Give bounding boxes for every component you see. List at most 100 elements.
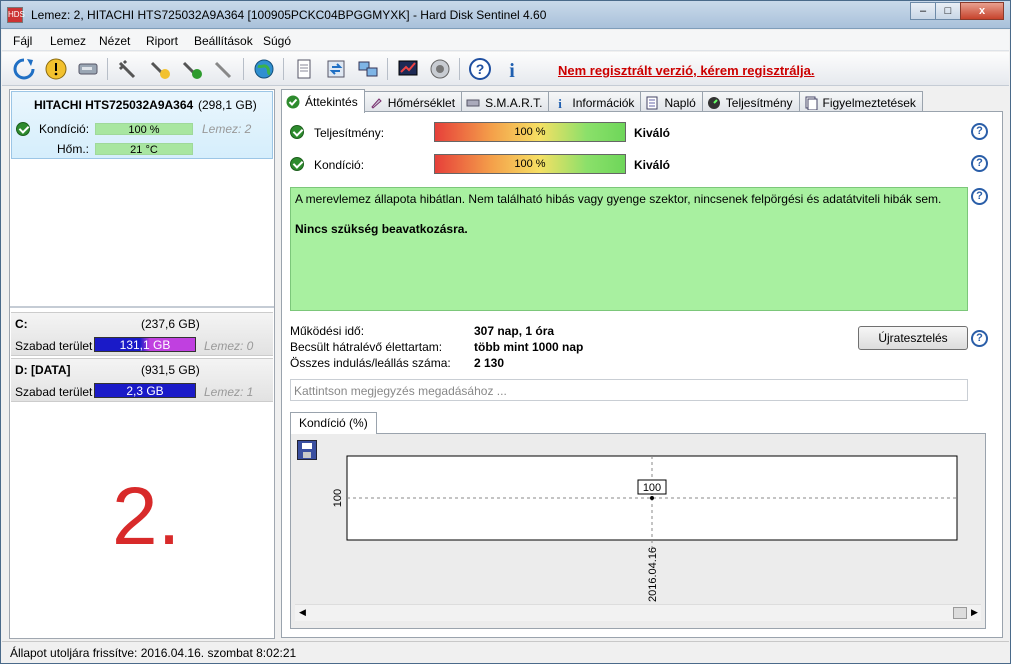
title-bar[interactable]: HDS Lemez: 2, HITACHI HTS725032A9A364 [1… bbox=[1, 1, 1010, 29]
registration-link[interactable]: Nem regisztrált verzió, kérem regisztrál… bbox=[558, 63, 815, 78]
globe-icon[interactable] bbox=[251, 56, 277, 82]
plug-warning-icon[interactable] bbox=[147, 56, 173, 82]
condition-ok-icon bbox=[16, 122, 30, 136]
close-button[interactable]: x bbox=[960, 2, 1004, 20]
warning-icon[interactable] bbox=[43, 56, 69, 82]
menu-view[interactable]: Nézet bbox=[99, 34, 130, 48]
condition-chart: 100 2016.04.16 100 bbox=[332, 455, 958, 602]
scroll-right-icon[interactable]: ▶ bbox=[971, 607, 978, 618]
app-icon: HDS bbox=[7, 7, 25, 23]
tab-label: Napló bbox=[664, 95, 696, 110]
volume-disk-number: Lemez: 0 bbox=[204, 339, 254, 353]
performance-gauge: 100 % bbox=[434, 122, 626, 142]
tab-overview[interactable]: Áttekintés bbox=[281, 89, 365, 113]
free-space-bar: 2,3 GB bbox=[94, 383, 196, 398]
disk-index-label: 2. bbox=[112, 471, 181, 562]
condition-ok-icon bbox=[290, 157, 304, 171]
tab-chart-condition[interactable]: Kondíció (%) bbox=[290, 412, 377, 434]
gauge-icon bbox=[707, 96, 721, 110]
help-icon[interactable]: ? bbox=[971, 188, 988, 205]
svg-text:?: ? bbox=[476, 61, 485, 77]
free-space-label: Szabad terület bbox=[15, 385, 93, 399]
performance-ok-icon bbox=[290, 125, 304, 139]
menu-settings[interactable]: Beállítások bbox=[194, 34, 253, 48]
menu-help[interactable]: Súgó bbox=[263, 34, 291, 48]
document-icon[interactable] bbox=[291, 56, 317, 82]
data-label: 100 bbox=[643, 482, 661, 494]
tab-bar: Áttekintés Hőmérséklet S.M.A.R.T. i Infor… bbox=[281, 89, 923, 113]
main-pane: Áttekintés Hőmérséklet S.M.A.R.T. i Infor… bbox=[277, 89, 1005, 639]
volume-name: D: [DATA] bbox=[15, 363, 71, 377]
volume-capacity: (931,5 GB) bbox=[141, 363, 200, 377]
condition-bar: 100 % bbox=[95, 123, 193, 136]
tab-smart[interactable]: S.M.A.R.T. bbox=[461, 91, 550, 113]
plug-gray-icon[interactable] bbox=[211, 56, 237, 82]
scroll-thumb[interactable] bbox=[953, 607, 967, 619]
alerts-icon bbox=[804, 96, 818, 110]
menu-file[interactable]: Fájl bbox=[13, 34, 32, 48]
tab-label: Áttekintés bbox=[305, 94, 358, 109]
chart-icon[interactable] bbox=[395, 56, 421, 82]
pane-splitter[interactable] bbox=[10, 306, 274, 308]
disk-name: HITACHI HTS725032A9A364 bbox=[34, 98, 194, 112]
stat-label: Összes indulás/leállás száma: bbox=[290, 356, 451, 370]
volume-disk-number: Lemez: 1 bbox=[204, 385, 254, 399]
stat-value: 307 nap, 1 óra bbox=[474, 324, 555, 338]
tab-temperature[interactable]: Hőmérséklet bbox=[363, 91, 463, 113]
temperature-label: Hőm.: bbox=[57, 142, 90, 156]
info-icon[interactable]: i bbox=[499, 56, 525, 82]
tab-log[interactable]: Napló bbox=[640, 91, 703, 113]
speaker-icon[interactable] bbox=[427, 56, 453, 82]
disk-number: Lemez: 2 bbox=[202, 122, 252, 136]
chart-panel: 100 2016.04.16 100 ◀ ▶ bbox=[290, 433, 986, 629]
data-point bbox=[650, 496, 654, 500]
tab-label: S.M.A.R.T. bbox=[485, 95, 543, 110]
volume-d[interactable]: D: [DATA] (931,5 GB) Szabad terület 2,3 … bbox=[11, 358, 273, 402]
help-icon[interactable]: ? bbox=[971, 155, 988, 172]
x-tick-label: 2016.04.16 bbox=[647, 547, 659, 602]
status-summary: A merevlemez állapota hibátlan. Nem talá… bbox=[290, 187, 968, 311]
refresh-icon[interactable] bbox=[11, 56, 37, 82]
disk-capacity: (298,1 GB) bbox=[198, 98, 257, 112]
check-icon bbox=[286, 95, 300, 109]
horizontal-scrollbar[interactable]: ◀ ▶ bbox=[295, 604, 981, 621]
disk-list-pane: HITACHI HTS725032A9A364 (298,1 GB) Kondí… bbox=[9, 89, 275, 639]
help-icon[interactable]: ? bbox=[467, 56, 493, 82]
maximize-button[interactable]: □ bbox=[935, 2, 961, 20]
sync-icon[interactable] bbox=[323, 56, 349, 82]
condition-gauge: 100 % bbox=[434, 154, 626, 174]
menu-disk[interactable]: Lemez bbox=[50, 34, 86, 48]
help-icon[interactable]: ? bbox=[971, 123, 988, 140]
tab-alerts[interactable]: Figyelmeztetések bbox=[798, 91, 923, 113]
tab-label: Teljesítmény bbox=[725, 95, 793, 110]
menu-bar: Fájl Lemez Nézet Riport Beállítások Súgó bbox=[2, 30, 1009, 51]
disk-card[interactable]: HITACHI HTS725032A9A364 (298,1 GB) Kondí… bbox=[11, 91, 273, 159]
status-action: Nincs szükség beavatkozásra. bbox=[295, 222, 468, 236]
network-icon[interactable] bbox=[355, 56, 381, 82]
plug-ok-icon[interactable] bbox=[179, 56, 205, 82]
menu-report[interactable]: Riport bbox=[146, 34, 178, 48]
status-bar: Állapot utoljára frissítve: 2016.04.16. … bbox=[2, 641, 1009, 663]
plug-icon[interactable] bbox=[115, 56, 141, 82]
svg-text:i: i bbox=[559, 96, 563, 110]
stat-label: Működési idő: bbox=[290, 324, 365, 338]
volume-c[interactable]: C: (237,6 GB) Szabad terület 131,1 GB Le… bbox=[11, 312, 273, 356]
log-icon bbox=[645, 96, 659, 110]
tab-information[interactable]: i Információk bbox=[548, 91, 642, 113]
minimize-button[interactable]: – bbox=[910, 2, 936, 20]
performance-rating: Kiváló bbox=[634, 126, 671, 140]
condition-rating: Kiváló bbox=[634, 158, 671, 172]
tab-performance[interactable]: Teljesítmény bbox=[701, 91, 800, 113]
retest-button[interactable]: Újratesztelés bbox=[858, 326, 968, 350]
info-icon: i bbox=[553, 96, 567, 111]
volume-name: C: bbox=[15, 317, 28, 331]
performance-label: Teljesítmény: bbox=[314, 126, 385, 140]
scroll-left-icon[interactable]: ◀ bbox=[299, 607, 306, 618]
temperature-bar: 21 °C bbox=[95, 143, 193, 156]
status-text: A merevlemez állapota hibátlan. Nem talá… bbox=[295, 192, 942, 206]
volume-capacity: (237,6 GB) bbox=[141, 317, 200, 331]
disk-icon[interactable] bbox=[75, 56, 101, 82]
help-icon[interactable]: ? bbox=[971, 330, 988, 347]
svg-text:i: i bbox=[509, 60, 515, 81]
note-input[interactable]: Kattintson megjegyzés megadásához ... bbox=[290, 379, 968, 401]
